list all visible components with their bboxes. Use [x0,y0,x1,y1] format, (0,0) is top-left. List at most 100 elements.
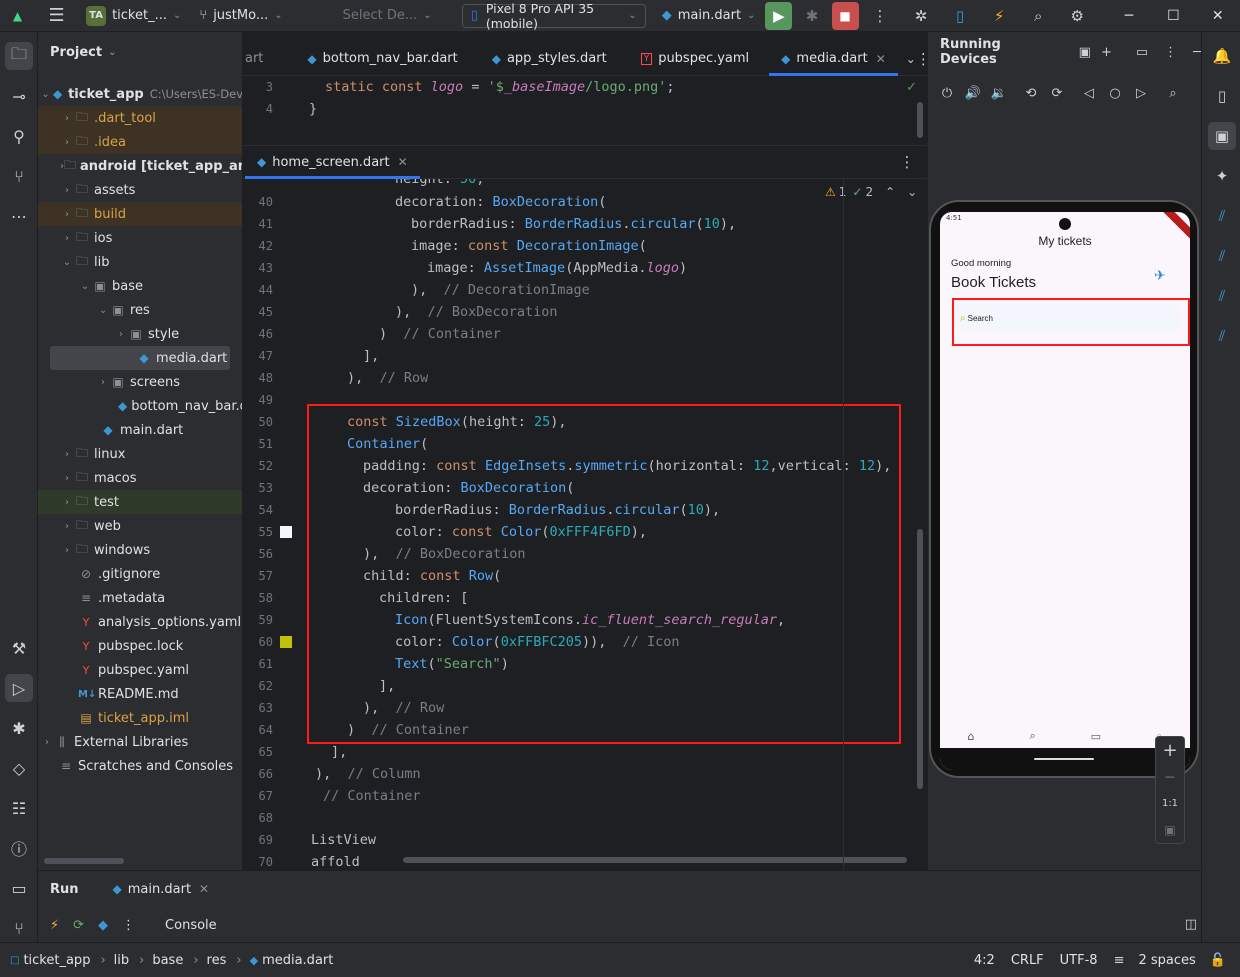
power-icon[interactable]: ⏻ [934,80,960,106]
devtools-icon[interactable]: ◆ [98,918,108,933]
nav-search-icon[interactable]: ⌕ [1029,729,1035,743]
zoom-in-icon[interactable]: + [1162,737,1177,765]
volume-up-icon[interactable]: 🔊 [960,80,986,106]
panel-more-icon[interactable]: ⋮ [1164,45,1177,60]
tree-item[interactable]: › 🗀 ios [38,226,242,250]
cursor-position[interactable]: 4:2 [974,953,995,968]
debug-button[interactable]: ✱ [798,2,825,30]
breadcrumb-file[interactable]: media.dart [262,953,333,968]
tree-item-selected[interactable]: ◆ media.dart [50,346,230,370]
breadcrumb-project[interactable]: ticket_app [23,953,90,968]
tree-item[interactable]: ⌄ ▣ res [38,298,242,322]
running-devices-icon[interactable]: ▣ [1208,122,1236,150]
tree-item[interactable]: M↓ README.md [38,682,242,706]
lock-icon[interactable]: 🔓 [1210,953,1226,968]
tree-item[interactable]: ⌄ 🗀 lib [38,250,242,274]
tab-partial[interactable]: art [243,42,275,76]
tree-item[interactable]: ≡ Scratches and Consoles [38,754,242,778]
tree-item[interactable]: › ▣ screens [38,370,242,394]
breadcrumb-lib[interactable]: lib [114,953,129,968]
settings-gear-icon[interactable]: ⚙ [1064,2,1091,30]
tree-item[interactable]: › 🗀 build [38,202,242,226]
search-icon[interactable]: ⌕ [1025,2,1052,30]
next-problem-icon[interactable]: ⌄ [907,185,917,199]
editor-media-dart[interactable]: 3 4 static const logo = '$_baseImage/log… [243,76,927,140]
tab-bottom-nav-bar[interactable]: ◆ bottom_nav_bar.dart [295,42,469,76]
run-file-tab[interactable]: main.dart [128,882,191,897]
zoom-1-1-label[interactable]: 1:1 [1162,791,1178,817]
layout-toggle-icon[interactable]: ◫ [1185,917,1197,932]
gemini-icon[interactable]: ✦ [1208,162,1236,190]
main-menu-icon[interactable]: ☰ [43,2,70,30]
add-device-icon[interactable]: + [1101,45,1112,60]
tree-item[interactable]: › 🗀 test [38,490,242,514]
tree-item[interactable]: › 🗀 .dart_tool [38,106,242,130]
project-selector[interactable]: TA ticket_... ⌄ [80,4,187,28]
debug-tool-icon[interactable]: ✱ [5,714,33,742]
rotate-left-icon[interactable]: ⟲ [1018,80,1044,106]
tree-item[interactable]: ›🗀android [ticket_app_andro [38,154,242,178]
tree-item[interactable]: › 🗀 assets [38,178,242,202]
tree-item[interactable]: › 🗀 linux [38,442,242,466]
editor-home-screen[interactable]: 40 41 42 43 44 45 46 47 48 49 50 51 52 53 54 55 56 57 58 59… [243,179,927,870]
logcat-icon[interactable]: ☷ [5,794,33,822]
tree-item[interactable]: › ⫼ External Libraries [38,730,242,754]
minimize-button[interactable]: ─ [1107,0,1151,32]
tab-list-chevron-icon[interactable]: ⌄ [906,45,916,73]
structure-tool-icon[interactable]: ⚲ [5,122,33,150]
run-config-selector[interactable]: ◆ main.dart ⌄ [656,4,762,28]
horizontal-scrollbar[interactable] [403,857,907,863]
console-tab[interactable]: Console [165,918,217,933]
close-window-button[interactable]: ✕ [1196,0,1240,32]
read-only-toggle-icon[interactable]: ≡ [1114,953,1125,968]
stop-button[interactable]: ■ [831,1,859,30]
tab-more-icon[interactable]: ⋮ [893,148,921,176]
tree-item[interactable]: › ▣ style [38,322,242,346]
run-more-icon[interactable]: ⋮ [122,918,135,933]
close-icon[interactable]: ✕ [199,882,209,896]
screenshot-icon[interactable]: ⌕ [1160,80,1186,106]
tree-root[interactable]: ⌄ ◆ ticket_app C:\Users\ES-Dev [38,82,242,106]
tab-home-screen[interactable]: ◆ home_screen.dart ✕ [245,145,420,179]
horizontal-scrollbar[interactable] [44,858,124,864]
tree-item[interactable]: ▤ ticket_app.iml [38,706,242,730]
flutter-devtools-icon[interactable]: ⫽ [1208,322,1236,350]
vertical-scrollbar[interactable] [917,102,923,138]
flutter-performance-icon[interactable]: ⫽ [1208,282,1236,310]
rotate-right-icon[interactable]: ⟳ [1044,80,1070,106]
panel-minimize-icon[interactable]: ─ [1193,45,1201,60]
tree-item[interactable]: ≡ .metadata [38,586,242,610]
tree-item[interactable]: › 🗀 .idea [38,130,242,154]
tab-app-styles[interactable]: ◆ app_styles.dart [480,42,619,76]
tree-item[interactable]: ◆bottom_nav_bar.dar [38,394,242,418]
nav-home-icon[interactable]: ⌂ [967,730,974,743]
project-tool-icon[interactable]: 🗀 [5,42,33,70]
volume-down-icon[interactable]: 🔉 [986,80,1012,106]
breadcrumb-base[interactable]: base [152,953,183,968]
device-manager-icon[interactable]: ▯ [1208,82,1236,110]
build-tool-icon[interactable]: ⚒ [5,634,33,662]
terminal-icon[interactable]: ▭ [5,874,33,902]
tree-item[interactable]: › 🗀 windows [38,538,242,562]
vertical-scrollbar[interactable] [917,529,923,789]
line-separator[interactable]: CRLF [1011,953,1044,968]
flutter-inspector-icon[interactable]: ⫽ [1208,242,1236,270]
device-mirroring-icon[interactable]: ▯ [947,2,974,30]
tree-item[interactable]: ⌄ ▣ base [38,274,242,298]
home-icon[interactable]: ○ [1102,80,1128,106]
tree-item[interactable]: › 🗀 macos [38,466,242,490]
prev-problem-icon[interactable]: ⌃ [885,185,895,199]
run-button[interactable]: ▶ [765,1,793,30]
file-encoding[interactable]: UTF-8 [1060,953,1098,968]
device-selector[interactable]: ▯ Pixel 8 Pro API 35 (mobile) ⌄ [461,1,646,31]
tree-item[interactable]: ⊘ .gitignore [38,562,242,586]
notifications-icon[interactable]: 🔔 [1208,42,1236,70]
hot-reload-icon[interactable]: ⚡ [986,2,1013,30]
more-tools-icon[interactable]: ⋯ [5,202,33,230]
phone-screen[interactable]: 4:51 My tickets Good morning Book Ticket… [940,212,1190,770]
select-device-dropdown[interactable]: Select De... ⌄ [337,4,438,28]
close-icon[interactable]: ✕ [876,52,886,66]
pull-requests-icon[interactable]: ⑂ [5,162,33,190]
tree-item[interactable]: Ypubspec.lock [38,634,242,658]
color-swatch-white[interactable] [280,526,292,538]
